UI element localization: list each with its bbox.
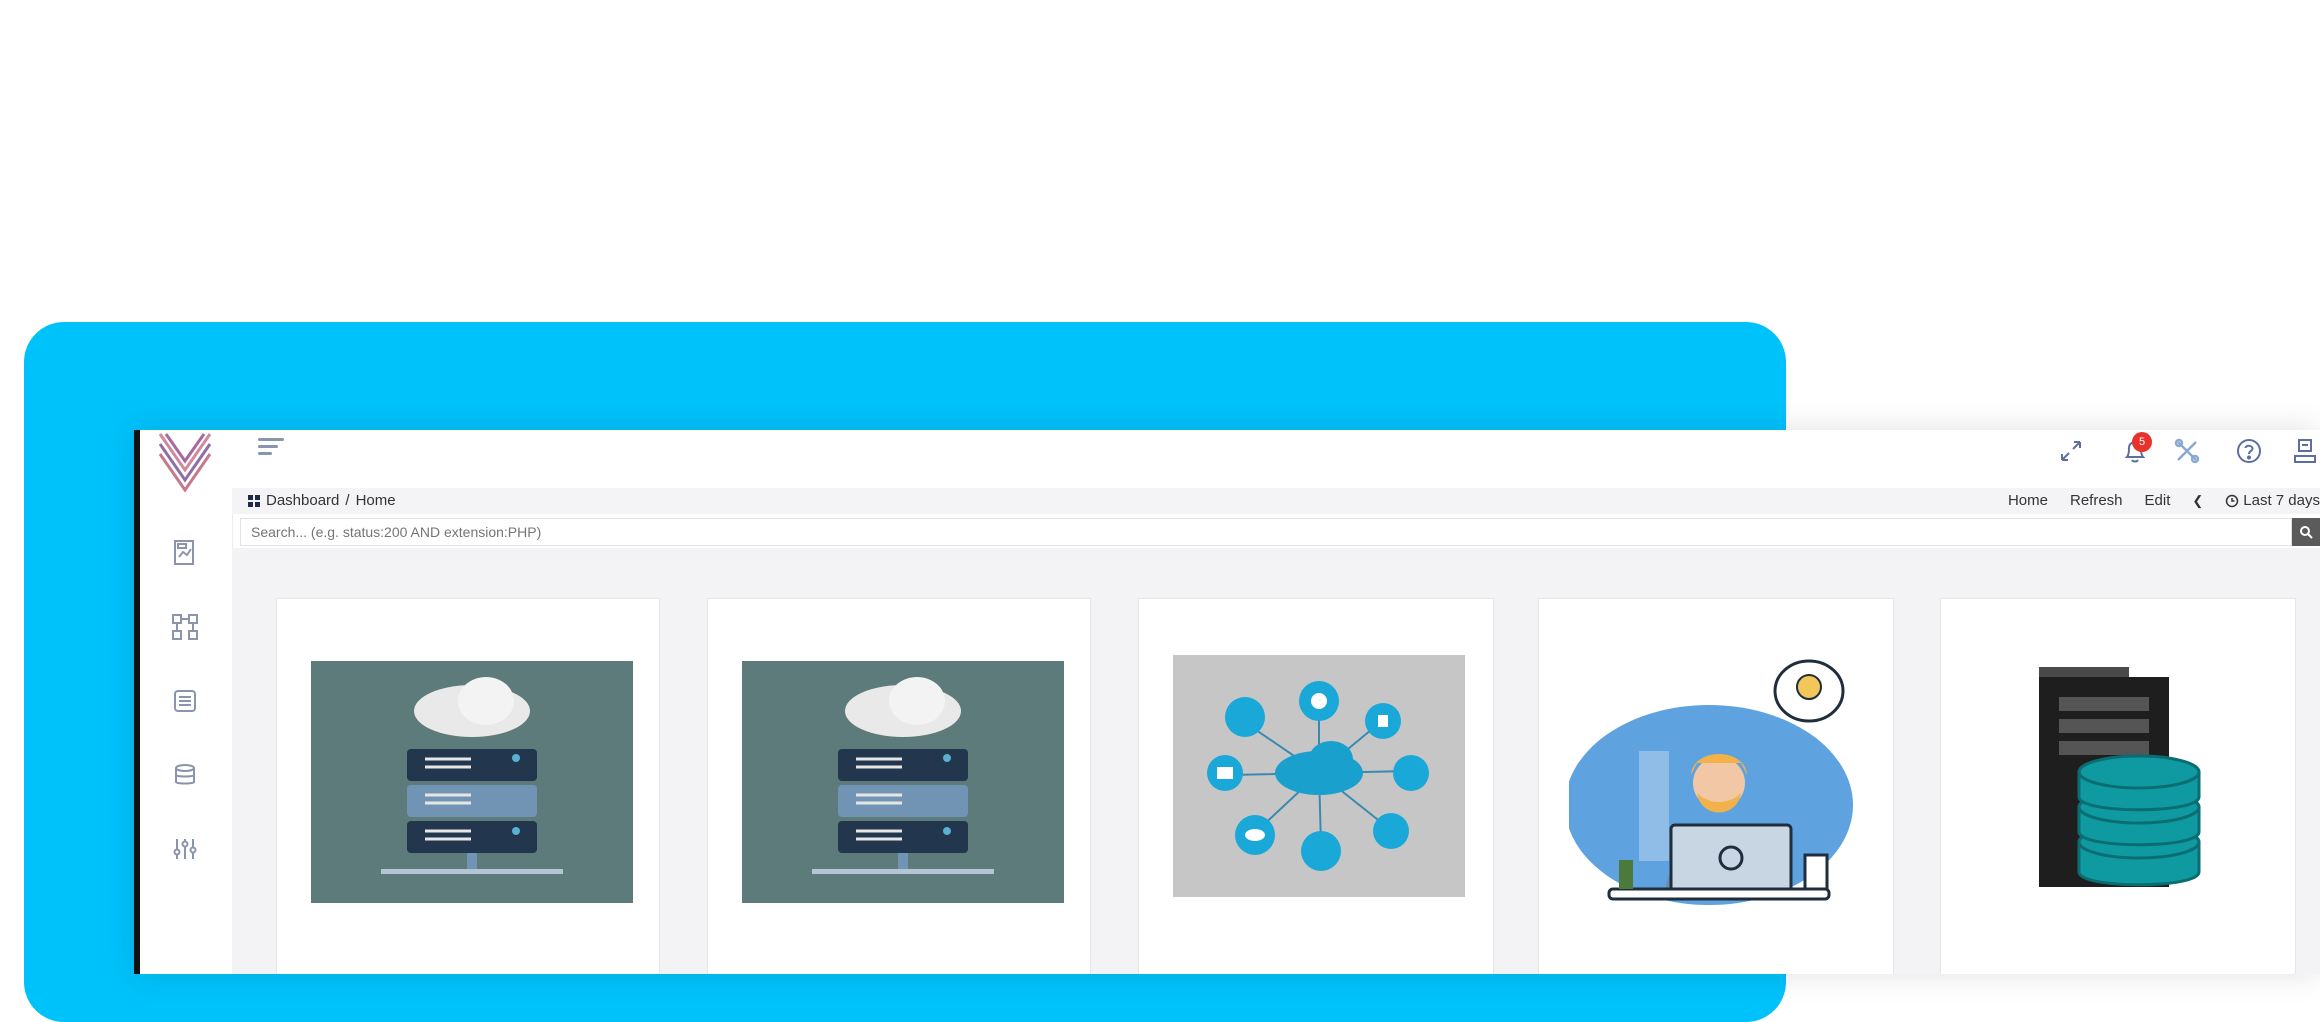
database-icon[interactable] <box>170 760 200 790</box>
cloud-server-illustration <box>311 661 633 903</box>
user-avatar-icon[interactable] <box>2288 434 2320 468</box>
search-bar <box>240 518 2320 546</box>
dashboard-actions: Home Refresh Edit ❮ Last 7 days <box>2008 492 2320 509</box>
search-input[interactable] <box>240 518 2292 546</box>
help-icon[interactable] <box>2232 434 2266 468</box>
breadcrumb-dashboard[interactable]: Dashboard <box>266 492 339 509</box>
dashboard-panels <box>232 548 2320 974</box>
database-server-illustration <box>2039 667 2201 887</box>
reports-icon[interactable] <box>170 538 200 568</box>
top-bar: 5 testadmin <box>232 430 2320 488</box>
sidebar <box>140 430 233 974</box>
time-range-picker[interactable]: Last 7 days <box>2225 492 2320 509</box>
app-logo <box>158 433 212 493</box>
clock-icon <box>2226 494 2239 507</box>
workflow-icon[interactable] <box>170 612 200 642</box>
fullscreen-icon[interactable] <box>2054 434 2088 468</box>
panel-card[interactable] <box>1940 598 2296 974</box>
edit-link[interactable]: Edit <box>2145 492 2171 509</box>
notification-count-badge: 5 <box>2132 432 2152 452</box>
home-link[interactable]: Home <box>2008 492 2048 509</box>
dashboard-grid-icon <box>248 494 260 507</box>
breadcrumb-bar: Dashboard / Home Home Refresh Edit ❮ Las… <box>232 488 2320 514</box>
previous-period-icon[interactable]: ❮ <box>2192 493 2203 509</box>
panel-card[interactable] <box>707 598 1091 974</box>
search-icon <box>2300 526 2313 539</box>
cloud-network-illustration <box>1173 655 1465 897</box>
breadcrumb-separator: / <box>345 492 350 509</box>
settings-sliders-icon[interactable] <box>170 834 200 864</box>
refresh-link[interactable]: Refresh <box>2070 492 2123 509</box>
panel-card[interactable] <box>1538 598 1894 974</box>
panel-card[interactable] <box>1138 598 1494 974</box>
breadcrumb-home: Home <box>355 492 396 509</box>
menu-toggle-icon[interactable] <box>258 438 284 460</box>
notifications-bell-icon[interactable]: 5 <box>2118 432 2152 468</box>
developer-laptop-illustration <box>1569 659 1853 905</box>
server-list-icon[interactable] <box>170 686 200 716</box>
cloud-server-illustration <box>742 661 1064 903</box>
time-range-label: Last 7 days <box>2243 492 2320 509</box>
tools-icon[interactable] <box>2170 434 2204 468</box>
panel-card[interactable] <box>276 598 660 974</box>
app-screen: 5 testadmin Dashboard / Home Home Refres… <box>134 430 2320 974</box>
breadcrumb: Dashboard / Home <box>248 492 396 509</box>
search-button[interactable] <box>2292 518 2320 546</box>
